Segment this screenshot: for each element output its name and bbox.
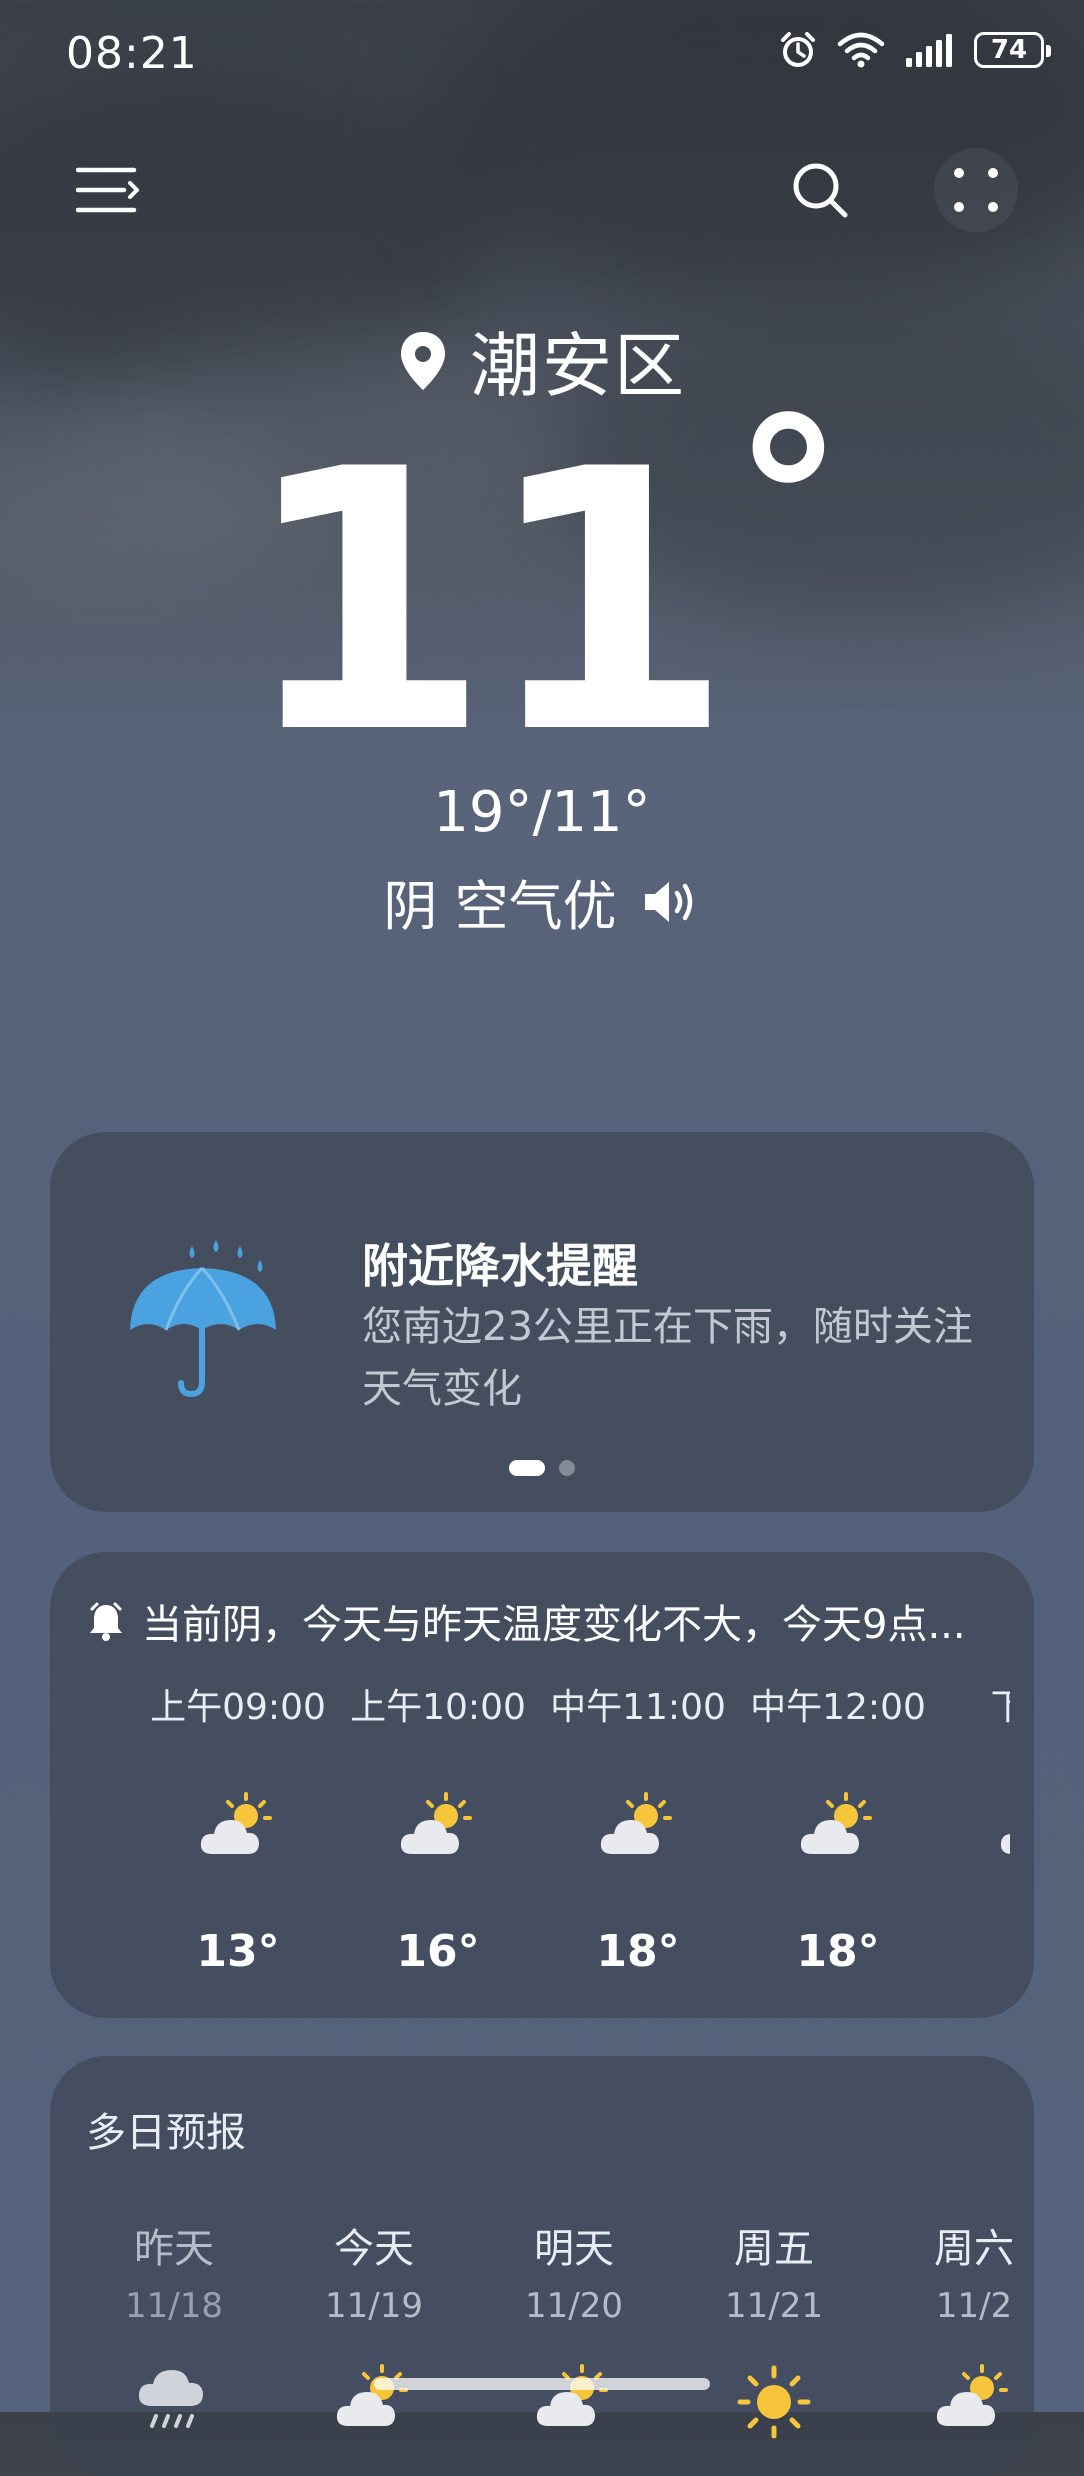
hour-item[interactable]: 下午0 18 — [938, 1678, 1010, 1977]
hourly-forecast-card[interactable]: 当前阴，今天与昨天温度变化不大，今天9点... 上午09:00 13° 上午10… — [50, 1552, 1034, 2018]
home-indicator[interactable] — [374, 2378, 710, 2390]
partly-cloudy-icon — [600, 1792, 672, 1854]
sun-icon — [737, 2365, 811, 2439]
precipitation-alert-card[interactable]: 附近降水提醒 您南边23公里正在下雨，随时关注天气变化 — [50, 1132, 1034, 1512]
temperature-range: 19°/11° — [433, 780, 651, 845]
day-name: 周五 — [734, 2226, 814, 2272]
hourly-summary-text: 当前阴，今天与昨天温度变化不大，今天9点... — [142, 1602, 966, 1648]
day-name: 明天 — [534, 2226, 614, 2272]
day-date: 11/21 — [725, 2286, 823, 2326]
hour-time: 中午12:00 — [750, 1687, 926, 1728]
day-date: 11/19 — [325, 2286, 423, 2326]
day-name: 今天 — [334, 2226, 414, 2272]
alarm-icon — [781, 32, 815, 67]
carousel-dot-active — [509, 1460, 545, 1476]
hour-temp: 18° — [596, 1926, 680, 1977]
grid-dots-icon — [954, 168, 998, 212]
partly-cloudy-icon — [536, 2364, 608, 2426]
status-bar: 08:21 74 — [0, 0, 1084, 110]
menu-button[interactable] — [66, 148, 150, 232]
umbrella-rain-icon — [130, 1240, 276, 1398]
daily-forecast-card[interactable]: 多日预报 昨天 11/18 今天 11/19 明天 11/20 周五 11/21… — [50, 2056, 1034, 2476]
degree-symbol: ° — [733, 372, 844, 628]
day-date: 11/2 — [935, 2286, 1013, 2326]
daily-title: 多日预报 — [86, 2110, 246, 2156]
location-pin-icon — [401, 331, 445, 390]
partly-cloudy-icon — [200, 1792, 272, 1854]
rain-cloud-icon — [138, 2370, 203, 2428]
bell-icon — [90, 1602, 122, 1641]
battery-indicator: 74 — [974, 32, 1051, 68]
day-date: 11/20 — [525, 2286, 623, 2326]
day-item[interactable]: 周五 11/21 — [674, 2216, 874, 2442]
hour-item[interactable]: 上午09:00 13° — [138, 1678, 338, 1977]
current-temp-value: 11 — [240, 393, 734, 812]
search-icon — [793, 163, 848, 218]
day-item[interactable]: 明天 11/20 — [474, 2216, 674, 2432]
hour-item[interactable]: 中午11:00 18° — [538, 1678, 738, 1977]
condition-row: 阴 空气优 — [0, 862, 1084, 941]
day-item[interactable]: 今天 11/19 — [274, 2216, 474, 2432]
hour-item[interactable]: 中午12:00 18° — [738, 1678, 938, 1977]
hour-time: 上午09:00 — [150, 1687, 326, 1728]
day-date: 11/18 — [125, 2286, 223, 2326]
carousel-dot — [559, 1460, 575, 1476]
partly-cloudy-icon — [1000, 1834, 1010, 1854]
hour-time: 下午0 — [990, 1687, 1010, 1728]
carousel-dots — [50, 1460, 1034, 1476]
condition-text: 阴 空气优 — [383, 875, 617, 938]
day-item[interactable]: 周六 11/2 — [874, 2216, 1034, 2432]
menu-icon — [76, 167, 139, 213]
status-time: 08:21 — [66, 28, 198, 79]
search-button[interactable] — [778, 148, 862, 232]
day-name: 昨天 — [134, 2226, 214, 2272]
day-item[interactable]: 昨天 11/18 — [74, 2216, 274, 2442]
partly-cloudy-icon — [936, 2364, 1008, 2426]
partly-cloudy-icon — [800, 1792, 872, 1854]
hourly-list[interactable]: 上午09:00 13° 上午10:00 16° 中午11:00 18° 中午12… — [50, 1678, 1010, 2018]
alert-title: 附近降水提醒 — [362, 1239, 638, 1293]
speaker-icon[interactable] — [641, 877, 701, 927]
signal-icon — [906, 34, 952, 67]
hour-item[interactable]: 上午10:00 16° — [338, 1678, 538, 1977]
current-temperature: 11° — [0, 390, 1084, 783]
hour-temp: 18 — [938, 1926, 1010, 1977]
day-name: 周六 — [934, 2226, 1014, 2272]
hour-time: 中午11:00 — [550, 1687, 726, 1728]
partly-cloudy-icon — [336, 2364, 408, 2426]
partly-cloudy-icon — [400, 1792, 472, 1854]
wifi-icon — [837, 32, 885, 68]
alert-text: 您南边23公里正在下雨，随时关注天气变化 — [362, 1304, 973, 1412]
more-options-button[interactable] — [934, 148, 1018, 232]
hour-time: 上午10:00 — [350, 1687, 526, 1728]
hour-temp: 13° — [196, 1926, 280, 1977]
hourly-summary: 当前阴，今天与昨天温度变化不大，今天9点... — [88, 1592, 998, 1650]
hour-temp: 16° — [396, 1926, 480, 1977]
hour-temp: 18° — [796, 1926, 880, 1977]
battery-level: 74 — [990, 35, 1028, 65]
